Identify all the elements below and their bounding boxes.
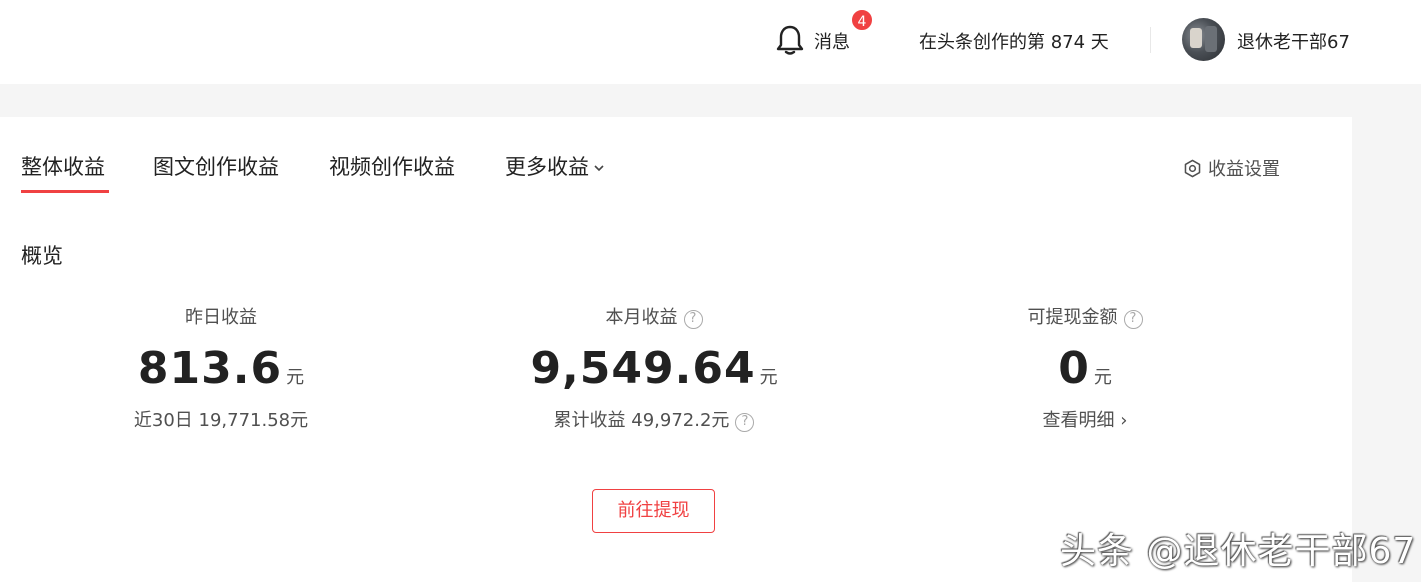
stat-withdrawable-value: 0 [1058, 343, 1090, 394]
watermark: 头条 @退休老干部67 [1060, 531, 1417, 572]
tab-overall-earnings[interactable]: 整体收益 [21, 151, 105, 181]
top-bar: 消息 4 在头条创作的第 874 天 退休老干部67 [0, 0, 1421, 84]
stat-yesterday-sub: 近30日 19,771.58元 [133, 410, 309, 431]
stat-month-value: 9,549.64 [530, 343, 756, 394]
header-divider [1150, 27, 1151, 53]
messages-badge: 4 [850, 8, 874, 32]
stat-month: 本月收益? 9,549.64 元 累计收益 49,972.2元? [494, 303, 814, 432]
stat-yesterday-value: 813.6 [137, 343, 283, 394]
stat-yesterday-label: 昨日收益 [185, 307, 257, 328]
creation-days-text: 在头条创作的第 874 天 [919, 32, 1109, 53]
earnings-settings-link[interactable]: 收益设置 [1183, 155, 1280, 181]
help-icon[interactable]: ? [683, 310, 703, 329]
stat-yesterday: 昨日收益 813.6 元 近30日 19,771.58元 [61, 303, 381, 432]
tab-more-earnings-label: 更多收益 [505, 155, 589, 179]
overview-title: 概览 [21, 244, 63, 268]
help-icon[interactable]: ? [1123, 310, 1143, 329]
chevron-down-icon [594, 165, 604, 172]
tab-article-earnings[interactable]: 图文创作收益 [153, 151, 279, 181]
view-details-link[interactable]: 查看明细 › [925, 406, 1245, 432]
stat-withdrawable-label: 可提现金额 [1027, 307, 1118, 328]
stat-withdrawable: 可提现金额? 0元 查看明细 › [925, 303, 1245, 432]
stat-month-unit: 元 [759, 367, 778, 388]
tab-video-earnings[interactable]: 视频创作收益 [329, 151, 455, 181]
avatar[interactable] [1182, 18, 1225, 61]
settings-icon [1184, 159, 1201, 178]
username[interactable]: 退休老干部67 [1237, 28, 1350, 54]
stat-withdrawable-unit: 元 [1093, 367, 1112, 388]
messages-link[interactable]: 消息 [814, 28, 850, 54]
withdraw-button[interactable]: 前往提现 [592, 489, 715, 533]
earnings-card: 整体收益 图文创作收益 视频创作收益 更多收益 收益设置 概览 昨日收益 813… [0, 117, 1352, 582]
tab-more-earnings[interactable]: 更多收益 [505, 151, 605, 181]
stat-month-sub: 累计收益 49,972.2元 [553, 410, 730, 431]
earnings-settings-label: 收益设置 [1208, 159, 1280, 180]
bell-icon[interactable] [775, 24, 805, 56]
stat-month-label: 本月收益 [605, 307, 678, 328]
stat-yesterday-unit: 元 [286, 367, 305, 388]
help-icon[interactable]: ? [735, 413, 755, 432]
active-tab-indicator [21, 190, 109, 193]
